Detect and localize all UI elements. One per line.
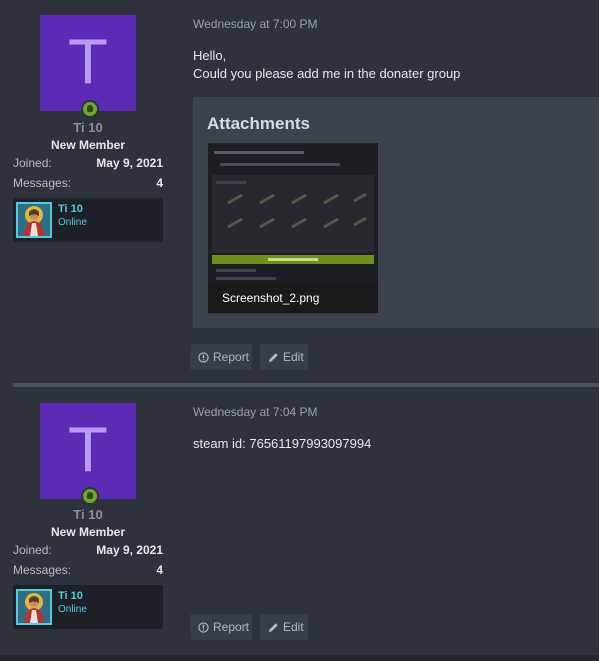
post-timestamp[interactable]: Wednesday at 7:00 PM [193, 17, 318, 31]
report-label: Report [213, 350, 250, 364]
post-timestamp[interactable]: Wednesday at 7:04 PM [193, 405, 318, 419]
online-status-icon [81, 487, 99, 505]
page-bottom-strip [0, 655, 599, 661]
message-line: Hello, [193, 48, 227, 63]
edit-label: Edit [283, 350, 304, 364]
report-label: Report [213, 620, 250, 634]
edit-label: Edit [283, 620, 304, 634]
edit-icon [268, 622, 279, 633]
edit-button[interactable]: Edit [260, 344, 308, 370]
steam-profile-card[interactable]: Ti 10 Online [13, 585, 163, 629]
steam-avatar-image [18, 204, 50, 236]
attachment-thumbnail[interactable]: Screenshot_2.png [208, 143, 378, 313]
report-icon [198, 621, 209, 633]
joined-label: Joined: [13, 156, 52, 170]
attachment-filename[interactable]: Screenshot_2.png [222, 291, 319, 305]
edit-button[interactable]: Edit [260, 614, 308, 640]
attachments-title: Attachments [207, 114, 310, 133]
post: T Ti 10 New Member Joined: May 9, 2021 M… [0, 388, 599, 655]
attachment-caption: Screenshot_2.png [208, 283, 378, 313]
joined-label: Joined: [13, 543, 52, 557]
steam-profile-card[interactable]: Ti 10 Online [13, 198, 163, 242]
post-divider [13, 383, 599, 387]
steam-status: Online [58, 217, 87, 228]
username[interactable]: Ti 10 [40, 507, 136, 522]
steam-avatar [16, 202, 52, 238]
messages-value: 4 [156, 563, 163, 577]
message-line: steam id: 76561197993097994 [193, 436, 372, 451]
message-line: Could you please add me in the donater g… [193, 66, 461, 81]
messages-label: Messages: [13, 176, 72, 190]
report-button[interactable]: Report [190, 344, 252, 370]
user-title: New Member [50, 138, 126, 152]
joined-value: May 9, 2021 [96, 156, 163, 170]
report-button[interactable]: Report [190, 614, 252, 640]
messages-value: 4 [156, 176, 163, 190]
attachment-preview-image [208, 143, 378, 283]
joined-value: May 9, 2021 [96, 543, 163, 557]
steam-status: Online [58, 604, 87, 615]
steam-name[interactable]: Ti 10 [58, 203, 83, 215]
steam-avatar [16, 589, 52, 625]
avatar[interactable]: T [40, 15, 136, 111]
online-status-icon [81, 100, 99, 118]
report-icon [198, 351, 209, 363]
steam-avatar-image [18, 591, 50, 623]
attachments-block: Attachments Screenshot_2.png [193, 97, 599, 328]
steam-name[interactable]: Ti 10 [58, 590, 83, 602]
edit-icon [268, 352, 279, 363]
user-title: New Member [50, 525, 126, 539]
post: T Ti 10 New Member Joined: May 9, 2021 M… [0, 0, 599, 383]
messages-label: Messages: [13, 563, 72, 577]
avatar[interactable]: T [40, 403, 136, 499]
username[interactable]: Ti 10 [40, 120, 136, 135]
